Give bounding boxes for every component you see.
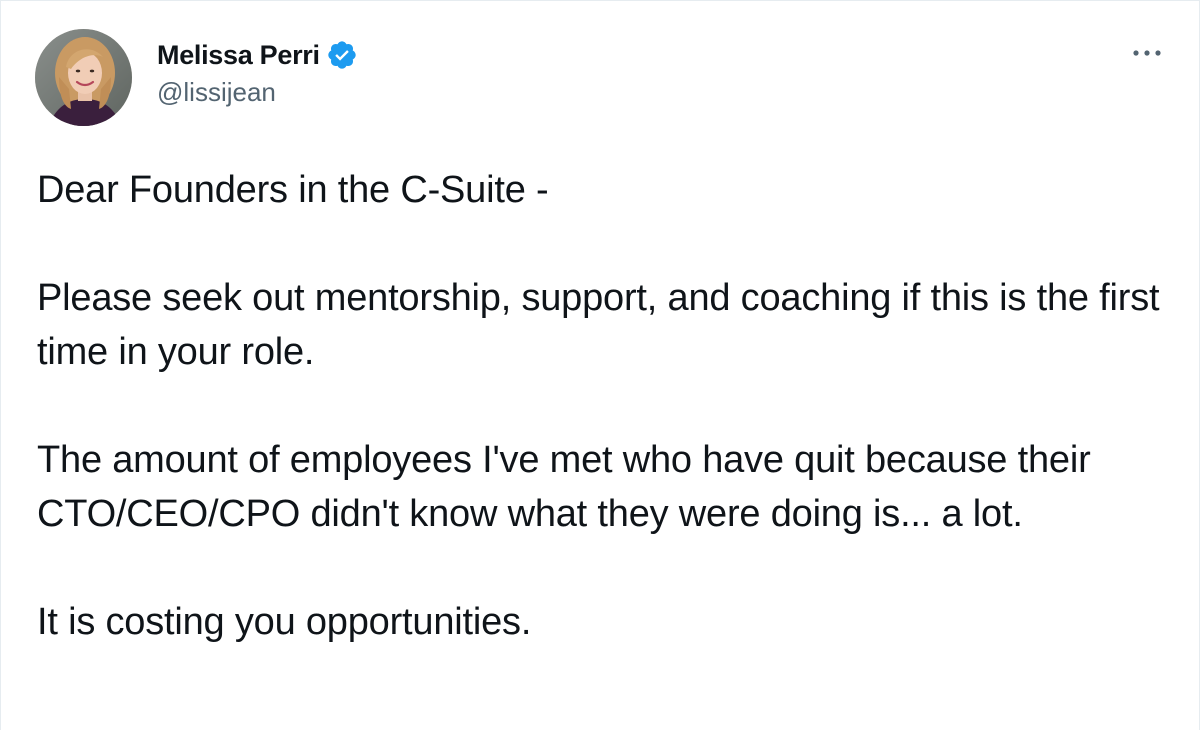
tweet-card: Melissa Perri @lissijean Dear Founders i…	[0, 0, 1200, 730]
avatar[interactable]	[35, 29, 132, 126]
tweet-paragraph: Dear Founders in the C-Suite -	[37, 169, 549, 211]
author-display-name[interactable]: Melissa Perri	[157, 40, 320, 71]
author-handle[interactable]: @lissijean	[157, 77, 358, 108]
verified-badge-icon	[326, 39, 358, 71]
name-row: Melissa Perri	[157, 39, 358, 71]
tweet-paragraph: It is costing you opportunities.	[37, 601, 532, 643]
tweet-paragraph: The amount of employees I've met who hav…	[37, 439, 1091, 535]
tweet-paragraph: Please seek out mentorship, support, and…	[37, 277, 1160, 373]
tweet-text: Dear Founders in the C-Suite - Please se…	[37, 163, 1177, 649]
tweet-author: Melissa Perri @lissijean	[157, 39, 358, 108]
avatar-photo	[35, 29, 132, 126]
more-horizontal-icon	[1133, 50, 1161, 56]
more-options-button[interactable]	[1123, 37, 1171, 69]
